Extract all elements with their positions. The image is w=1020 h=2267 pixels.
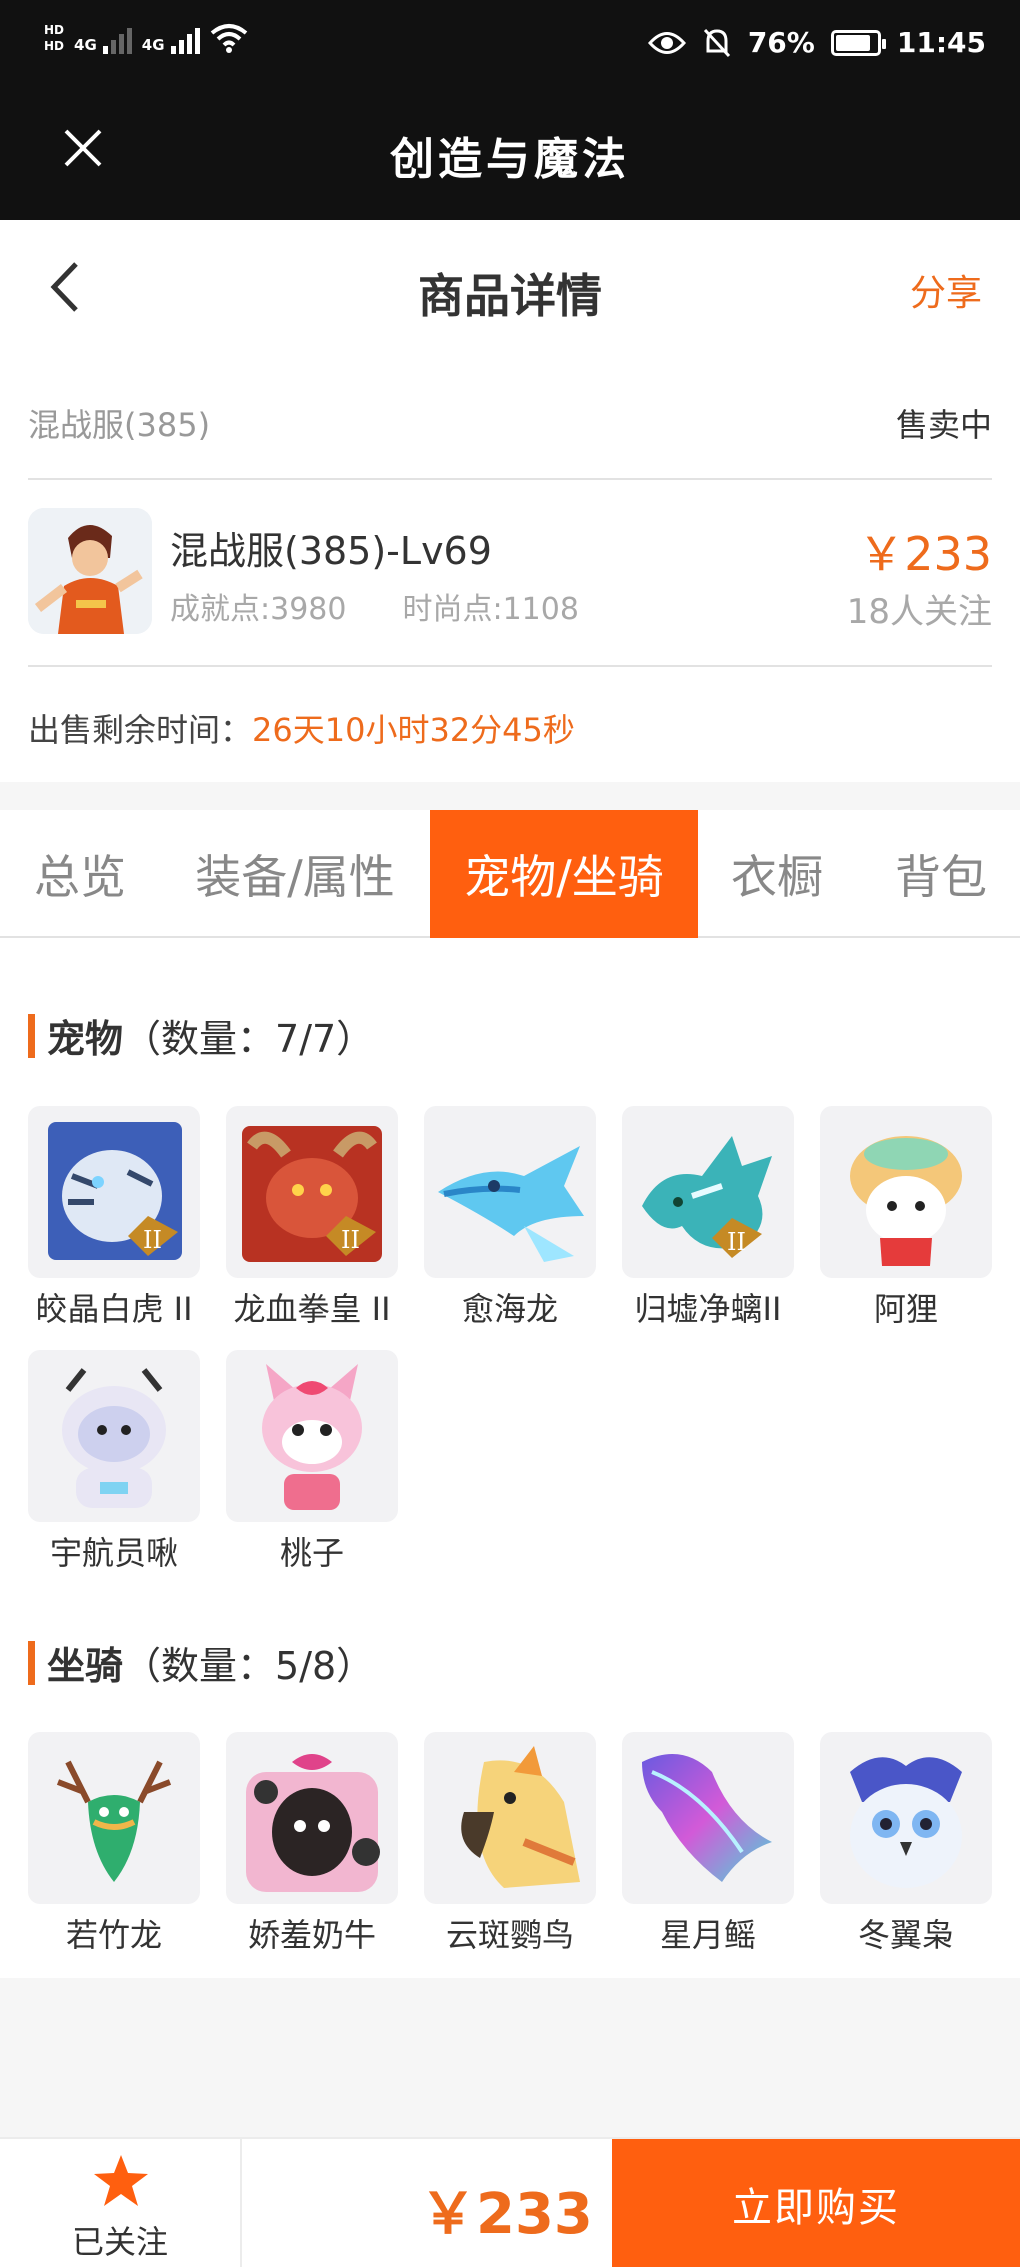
- svg-text:II: II: [727, 1228, 746, 1256]
- tab-wardrobe[interactable]: 衣橱: [706, 810, 848, 938]
- follow-button[interactable]: 已关注: [0, 2139, 242, 2267]
- signal-1-icon: 4G: [74, 22, 132, 54]
- clock: 11:45: [896, 26, 986, 59]
- mount-thumb-owl: [820, 1732, 992, 1904]
- fashion-points: 时尚点:1108: [402, 592, 579, 627]
- pet-thumb-dragon-fist: II: [226, 1106, 398, 1278]
- pet-item[interactable]: 愈海龙: [424, 1106, 596, 1330]
- signal-indicators: HD HD 4G 4G: [44, 22, 248, 54]
- tab-bar: 总览 装备/属性 宠物/坐骑 衣橱 背包: [0, 810, 1020, 938]
- bottom-action-bar: 已关注 ￥233 立即购买: [0, 2137, 1020, 2267]
- pet-thumb-ali: [820, 1106, 992, 1278]
- mount-thumb-ray: [622, 1732, 794, 1904]
- pet-thumb-water-dragon: II: [622, 1106, 794, 1278]
- pet-item[interactable]: 宇航员啾: [28, 1350, 200, 1574]
- product-detail-page: 商品详情 分享 混战服(385) 售卖中 混战服(385)-Lv69 成就点:3…: [0, 220, 1020, 1978]
- battery-icon: [830, 29, 886, 56]
- avatar: [28, 508, 152, 634]
- mounts-heading: 坐骑 （数量：5/8）: [28, 1635, 374, 1690]
- points-row: 成就点:3980 时尚点:1108: [170, 584, 579, 628]
- tab-backpack[interactable]: 背包: [870, 810, 1012, 938]
- page-header: 商品详情 分享: [0, 220, 1020, 355]
- server-row: 混战服(385) 售卖中: [28, 355, 992, 480]
- time-remaining-label: 出售剩余时间：: [28, 711, 253, 749]
- mount-thumb-bamboo-dragon: [28, 1732, 200, 1904]
- hd-icon: HD HD: [44, 23, 65, 53]
- pet-item[interactable]: 阿狸: [820, 1106, 992, 1330]
- mount-item[interactable]: 冬翼枭: [820, 1732, 992, 1956]
- buy-now-button[interactable]: 立即购买: [612, 2139, 1020, 2267]
- status-badge: 售卖中: [895, 406, 992, 444]
- time-remaining-value: 26天10小时32分45秒: [252, 711, 575, 749]
- mount-thumb-cow: [226, 1732, 398, 1904]
- pet-item[interactable]: II 龙血拳皇 II: [226, 1106, 398, 1330]
- eye-icon: [647, 31, 686, 54]
- pet-thumb-peach: [226, 1350, 398, 1522]
- mount-item[interactable]: 云斑鹦鸟: [424, 1732, 596, 1956]
- pet-thumb-tiger: II: [28, 1106, 200, 1278]
- mount-item[interactable]: 星月鳐: [622, 1732, 794, 1956]
- mount-item[interactable]: 娇羞奶牛: [226, 1732, 398, 1956]
- pets-heading: 宠物 （数量：7/7）: [28, 1008, 374, 1063]
- time-remaining-row: 出售剩余时间：26天10小时32分45秒: [28, 667, 992, 782]
- listing-price: ￥233: [858, 527, 992, 581]
- app-bar: 创造与魔法: [0, 95, 1020, 220]
- bottom-price: ￥233: [420, 2182, 593, 2247]
- pet-thumb-sea-dragon: [424, 1106, 596, 1278]
- tab-equipment[interactable]: 装备/属性: [180, 810, 410, 938]
- share-button[interactable]: 分享: [910, 264, 982, 316]
- server-name: 混战服(385): [28, 406, 211, 444]
- pet-item[interactable]: 桃子: [226, 1350, 398, 1574]
- page-title: 商品详情: [418, 269, 602, 323]
- follower-count: 18人关注: [846, 592, 992, 632]
- pet-item[interactable]: II 归墟净螭II: [622, 1106, 794, 1330]
- mount-item[interactable]: 若竹龙: [28, 1732, 200, 1956]
- tab-overview[interactable]: 总览: [0, 810, 160, 938]
- svg-text:II: II: [341, 1226, 360, 1254]
- wifi-icon: [210, 24, 247, 53]
- battery-percent: 76%: [747, 26, 815, 59]
- mute-bell-icon: [703, 28, 730, 57]
- pets-mounts-section: 宠物 （数量：7/7） II 皎晶白虎 II II 龙血拳皇 II 愈海龙 II …: [0, 938, 1020, 1978]
- follow-label: 已关注: [71, 2223, 168, 2261]
- app-title: 创造与魔法: [390, 134, 630, 185]
- listing-summary: 混战服(385)-Lv69 成就点:3980 时尚点:1108 ￥233 18人…: [28, 480, 992, 667]
- svg-text:II: II: [143, 1226, 162, 1254]
- tab-pets-mounts[interactable]: 宠物/坐骑: [430, 810, 698, 938]
- signal-2-icon: 4G: [142, 22, 200, 54]
- pet-thumb-astronaut: [28, 1350, 200, 1522]
- system-indicators: 76% 11:45: [647, 26, 986, 59]
- achievement-points: 成就点:3980: [170, 592, 347, 627]
- status-bar: HD HD 4G 4G 76% 11:45: [0, 0, 1020, 95]
- star-icon: [94, 2155, 148, 2206]
- mount-thumb-parrot: [424, 1732, 596, 1904]
- listing-name: 混战服(385)-Lv69: [170, 529, 492, 573]
- pet-item[interactable]: II 皎晶白虎 II: [28, 1106, 200, 1330]
